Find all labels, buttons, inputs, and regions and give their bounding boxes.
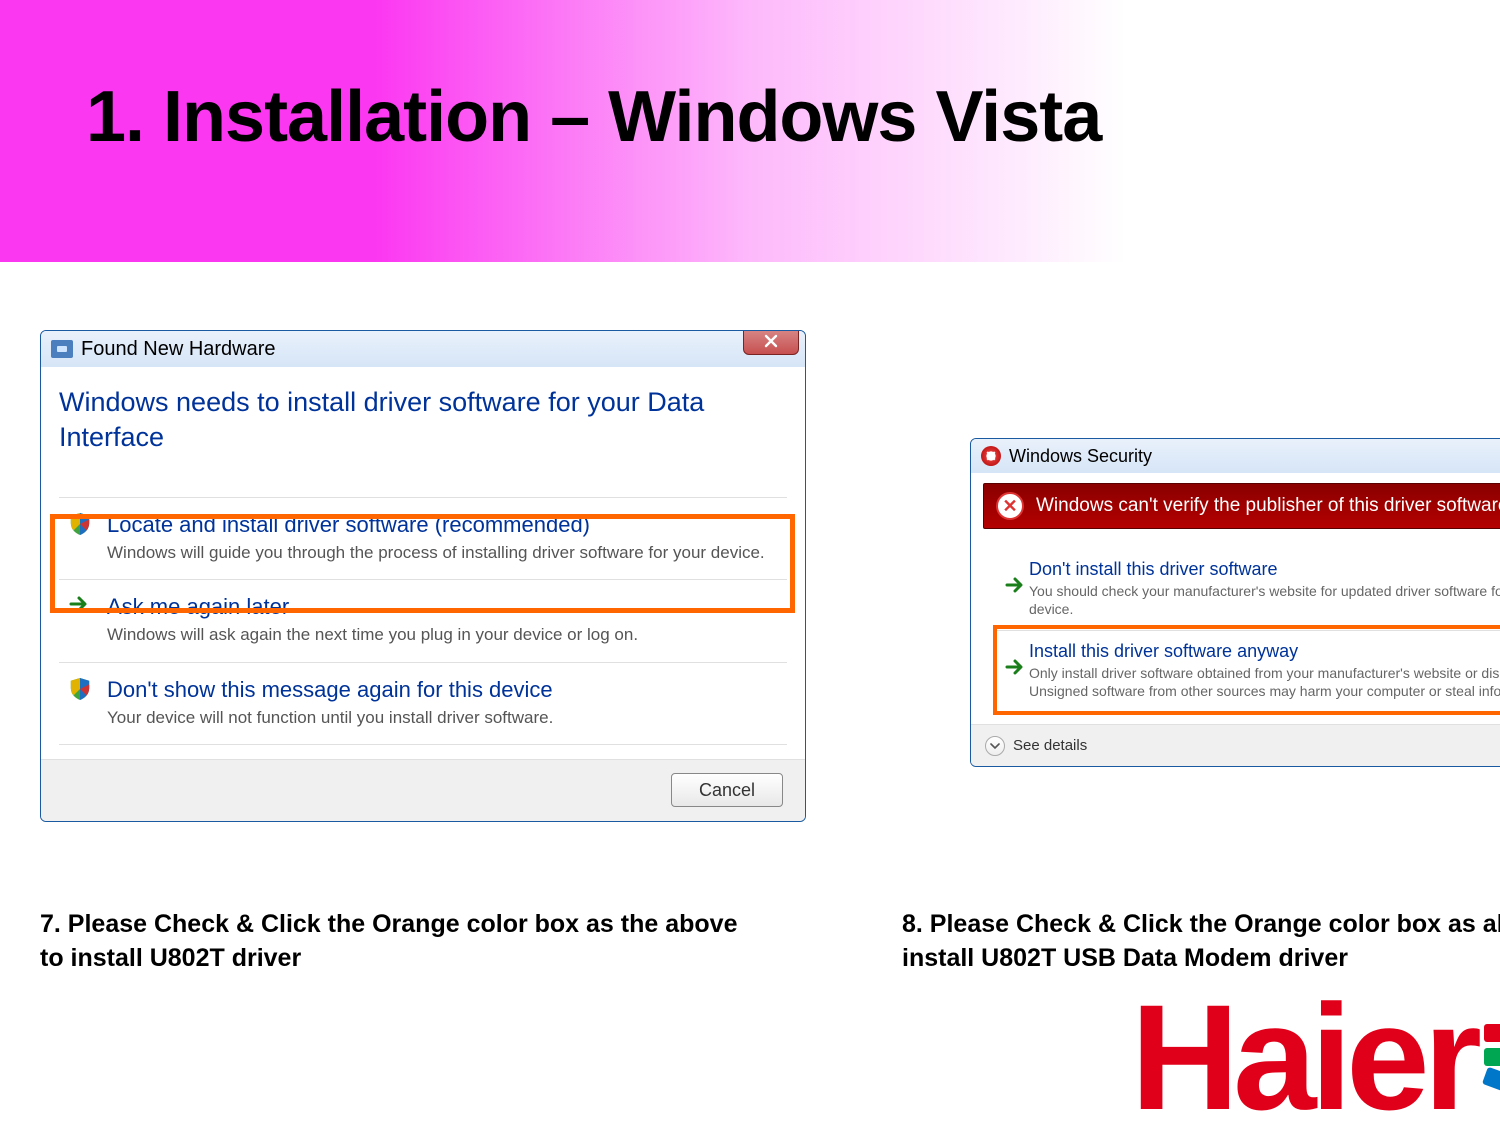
shield-icon [69, 677, 93, 701]
title-banner: 1. Installation – Windows Vista [0, 0, 1500, 262]
caption-left: 7. Please Check & Click the Orange color… [40, 908, 740, 976]
fnh-heading: Windows needs to install driver software… [59, 385, 787, 455]
fnh-titlebar: Found New Hardware [41, 331, 805, 367]
fnh-option-title: Ask me again later [107, 594, 777, 620]
fnh-option-desc: Your device will not function until you … [107, 707, 777, 728]
cancel-button[interactable]: Cancel [671, 773, 783, 807]
sec-warning-bar: ✕ Windows can't verify the publisher of … [983, 483, 1500, 529]
fnh-option-locate-install[interactable]: Locate and install driver software (reco… [59, 497, 787, 579]
sec-option-install-anyway[interactable]: Install this driver software anyway Only… [995, 630, 1500, 712]
fnh-option-title: Don't show this message again for this d… [107, 677, 777, 703]
found-new-hardware-dialog: Found New Hardware Windows needs to inst… [40, 330, 806, 822]
fnh-option-title: Locate and install driver software (reco… [107, 512, 777, 538]
sec-warning-text: Windows can't verify the publisher of th… [1036, 495, 1500, 517]
sec-option-title: Don't install this driver software [1029, 559, 1500, 580]
arrow-right-icon [1000, 644, 1020, 664]
windows-security-dialog: ✕ Windows Security ✕ Windows can't verif… [970, 438, 1500, 767]
fnh-option-desc: Windows will guide you through the proce… [107, 542, 777, 563]
sec-option-desc: Only install driver software obtained fr… [1029, 665, 1500, 700]
wizard-icon [51, 340, 73, 358]
chevron-down-icon[interactable] [985, 736, 1005, 756]
logo-text: Haier [1131, 982, 1476, 1122]
slide: 1. Installation – Windows Vista Found Ne… [0, 0, 1500, 1122]
sec-titlebar: ✕ Windows Security [971, 439, 1500, 473]
sec-option-title: Install this driver software anyway [1029, 641, 1500, 662]
close-button[interactable] [743, 330, 799, 355]
sec-title-text: Windows Security [1009, 446, 1152, 467]
fnh-option-ask-later[interactable]: Ask me again later Windows will ask agai… [59, 579, 787, 661]
sec-footer: See details [971, 724, 1500, 766]
sec-option-desc: You should check your manufacturer's web… [1029, 583, 1500, 618]
caption-right: 8. Please Check & Click the Orange color… [902, 908, 1500, 976]
haier-logo: Haier [1131, 982, 1500, 1122]
close-icon [763, 333, 779, 349]
arrow-right-icon [69, 594, 93, 618]
fnh-title-text: Found New Hardware [81, 338, 276, 361]
fnh-footer: Cancel [41, 759, 805, 821]
slide-title: 1. Installation – Windows Vista [86, 76, 1500, 158]
sec-option-dont-install[interactable]: Don't install this driver software You s… [995, 549, 1500, 630]
error-badge-icon: ✕ [996, 492, 1024, 520]
logo-accent-icon [1484, 997, 1500, 1117]
shield-icon [69, 512, 93, 536]
fnh-option-desc: Windows will ask again the next time you… [107, 624, 777, 645]
see-details-link[interactable]: See details [1013, 737, 1087, 754]
fnh-option-dont-show[interactable]: Don't show this message again for this d… [59, 662, 787, 745]
security-error-icon: ✕ [981, 446, 1001, 466]
arrow-right-icon [1000, 562, 1020, 582]
